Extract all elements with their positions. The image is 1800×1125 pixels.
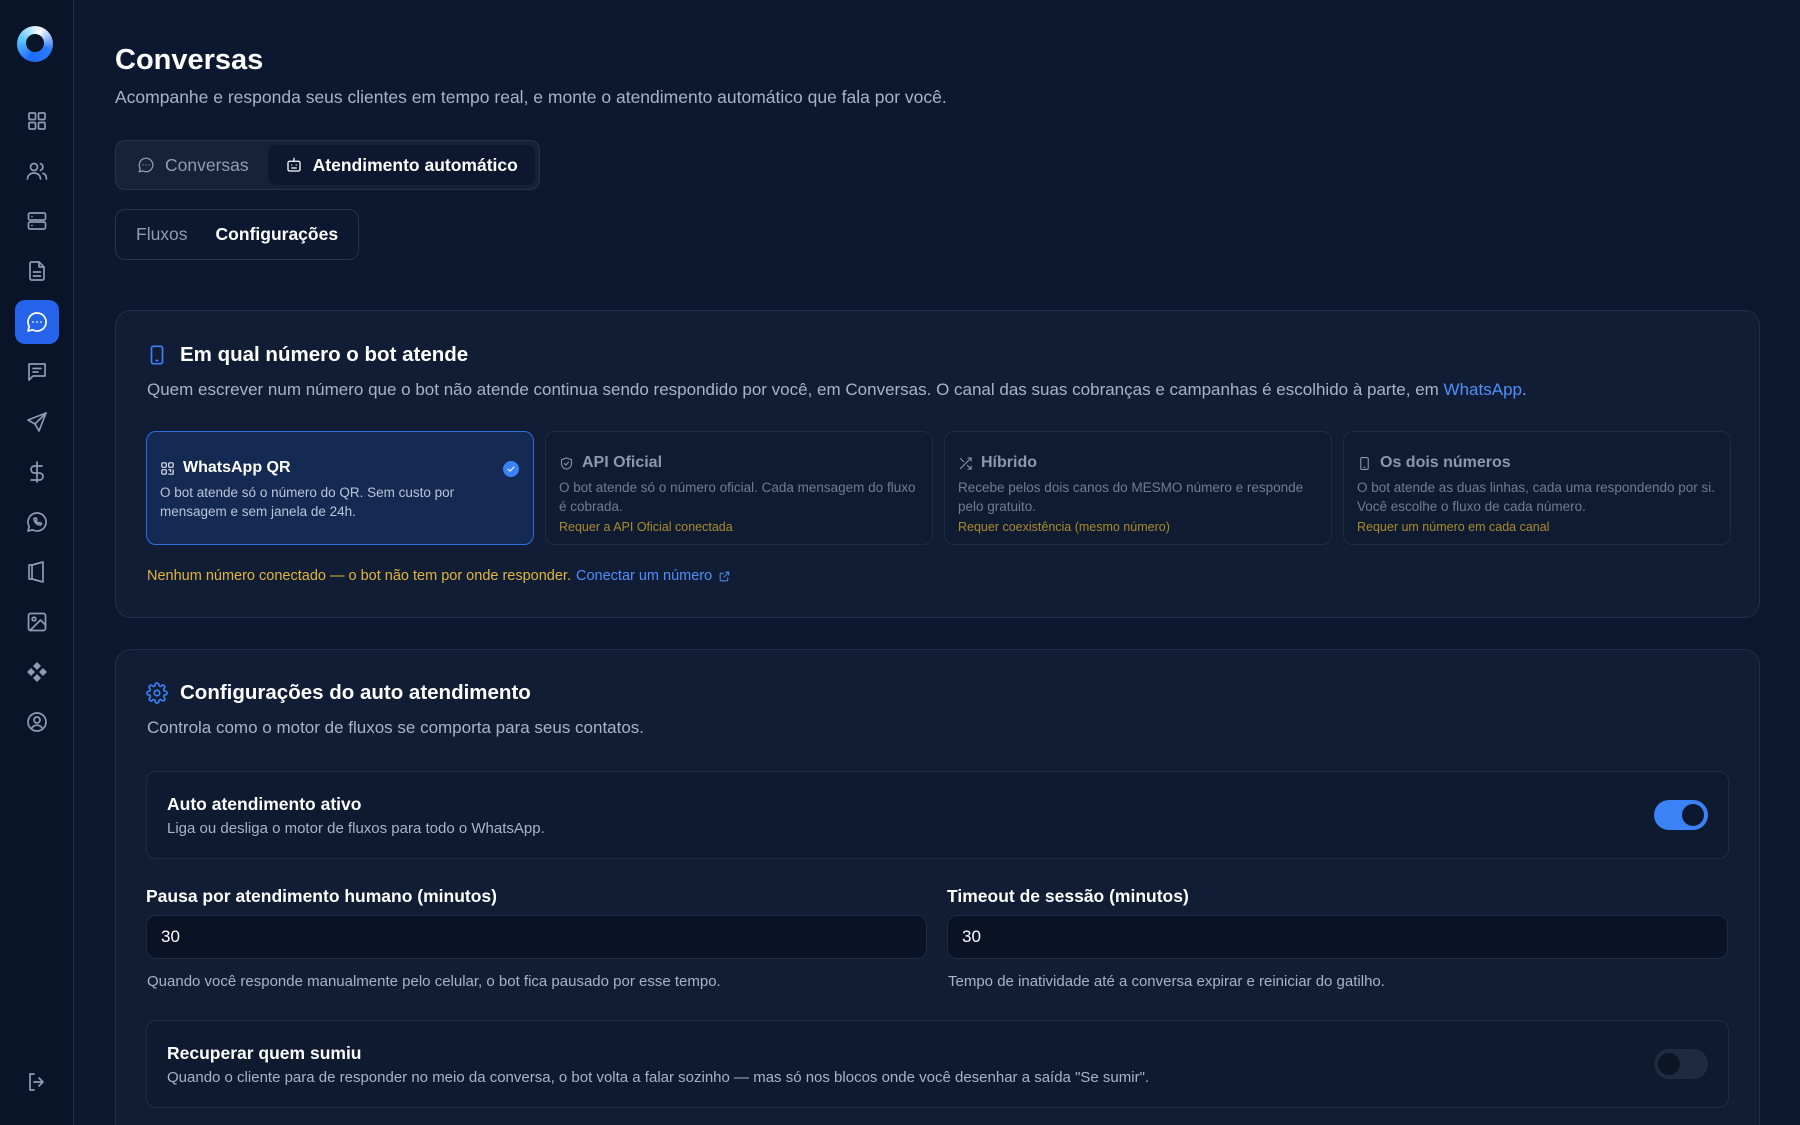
option-hibrido[interactable]: Híbrido Recebe pelos dois canos do MESMO… [944,431,1332,545]
option-whatsapp-qr[interactable]: WhatsApp QR O bot atende só o número do … [146,431,534,545]
auto-attendance-title: Auto atendimento ativo [167,794,362,814]
nav-conversations[interactable] [15,300,59,344]
bot-icon [287,157,301,172]
pause-field-help: Quando você responde manualmente pelo ce… [147,973,721,990]
sub-tabs: Fluxos Configurações [115,209,360,260]
check-circle-icon [503,461,519,477]
external-link-icon [719,571,730,581]
subtab-configuracoes[interactable]: Configurações [202,224,353,245]
auto-attendance-description: Liga ou desliga o motor de fluxos para t… [167,820,545,837]
logout-icon [29,1073,44,1091]
connect-number-link[interactable]: Conectar um número [576,568,731,584]
auto-settings-description: Controla como o motor de fluxos se compo… [147,718,645,737]
document-icon [29,261,45,281]
nav-servers[interactable] [15,199,59,243]
option-title: API Oficial [582,454,663,471]
user-circle-icon [27,712,47,732]
tab-conversas[interactable]: Conversas [120,145,266,185]
nav-whatsapp[interactable] [15,500,59,544]
nav-profile[interactable] [15,700,59,744]
qr-icon [161,461,174,475]
megaphone-icon [28,561,44,583]
option-description: O bot atende só o número oficial. Cada m… [559,480,916,514]
auto-settings-title: Configurações do auto atendimento [146,681,531,705]
option-title: WhatsApp QR [183,459,291,476]
main-tabs: Conversas Atendimento automático [115,140,540,190]
users-icon [26,162,48,180]
grid-icon [28,112,46,130]
option-title: Híbrido [981,454,1037,471]
channel-options: WhatsApp QR O bot atende só o número do … [146,431,1731,545]
auto-attendance-row: Auto atendimento ativo Liga ou desliga o… [146,771,1729,859]
nav-integrations[interactable] [15,650,59,694]
chat-icon [138,157,154,173]
bot-number-description: Quem escrever num número que o bot não a… [147,380,1527,399]
tab-label: Atendimento automático [312,154,518,175]
option-description: O bot atende só o número do QR. Sem cust… [160,485,455,519]
smartphone-icon [150,345,164,365]
app-logo[interactable] [17,26,53,62]
page-subtitle: Acompanhe e responda seus clientes em te… [115,87,947,107]
auto-settings-card: Configurações do auto atendimento Contro… [115,649,1760,1125]
nav-documents[interactable] [15,249,59,293]
subtab-fluxos[interactable]: Fluxos [122,224,202,245]
option-description: Recebe pelos dois canos do MESMO número … [958,480,1304,514]
tab-atendimento-automatico[interactable]: Atendimento automático [267,145,535,185]
option-title: Os dois números [1380,454,1511,471]
no-number-warning: Nenhum número conectado — o bot não tem … [147,568,731,584]
pause-minutes-input[interactable] [146,915,927,959]
nav-campaigns[interactable] [15,400,59,444]
recover-row: Recuperar quem sumiu Quando o cliente pa… [146,1020,1729,1108]
whatsapp-icon [27,512,47,532]
bot-number-card: Em qual número o bot atende Quem escreve… [115,310,1760,618]
auto-attendance-toggle[interactable] [1654,800,1708,830]
nav-billing[interactable] [15,450,59,494]
option-description: O bot atende as duas linhas, cada uma re… [1357,480,1715,514]
nav-announcements[interactable] [15,550,59,594]
nav-customers[interactable] [15,149,59,193]
dollar-icon [30,461,44,483]
smartphone-icon [1360,456,1369,470]
shield-check-icon [560,456,573,470]
option-api-oficial[interactable]: API Oficial O bot atende só o número ofi… [545,431,933,545]
recover-toggle[interactable] [1654,1049,1708,1079]
timeout-field-label: Timeout de sessão (minutos) [947,886,1189,906]
option-requirement: Requer coexistência (mesmo número) [958,520,1170,534]
option-requirement: Requer a API Oficial conectada [559,520,733,534]
nav-media[interactable] [15,600,59,644]
timeout-field-help: Tempo de inatividade até a conversa expi… [948,973,1385,990]
pause-field-label: Pausa por atendimento humano (minutos) [146,886,497,906]
image-icon [27,612,47,632]
whatsapp-link[interactable]: WhatsApp [1444,380,1522,399]
bot-number-title: Em qual número o bot atende [146,343,468,367]
option-requirement: Requer um número em cada canal [1357,520,1550,534]
nav-messages[interactable] [15,350,59,394]
chat-dots-icon [27,312,47,332]
timeout-minutes-input[interactable] [947,915,1728,959]
nav-dashboard[interactable] [15,99,59,143]
toggle-knob [1658,1053,1680,1075]
message-square-icon [28,363,46,381]
diamonds-icon [27,662,47,682]
main-content: Conversas Acompanhe e responda seus clie… [74,0,1800,1125]
recover-title: Recuperar quem sumiu [167,1043,362,1063]
server-icon [27,212,47,230]
sidebar [0,0,74,1125]
toggle-knob [1682,804,1704,826]
tab-label: Conversas [165,154,249,175]
nav-logout[interactable] [15,1060,59,1104]
gear-icon [146,682,168,704]
recover-description: Quando o cliente para de responder no me… [167,1069,1150,1086]
shuffle-icon [959,456,972,470]
send-icon [27,412,47,432]
page-title: Conversas [115,44,264,76]
option-os-dois-numeros[interactable]: Os dois números O bot atende as duas lin… [1343,431,1731,545]
